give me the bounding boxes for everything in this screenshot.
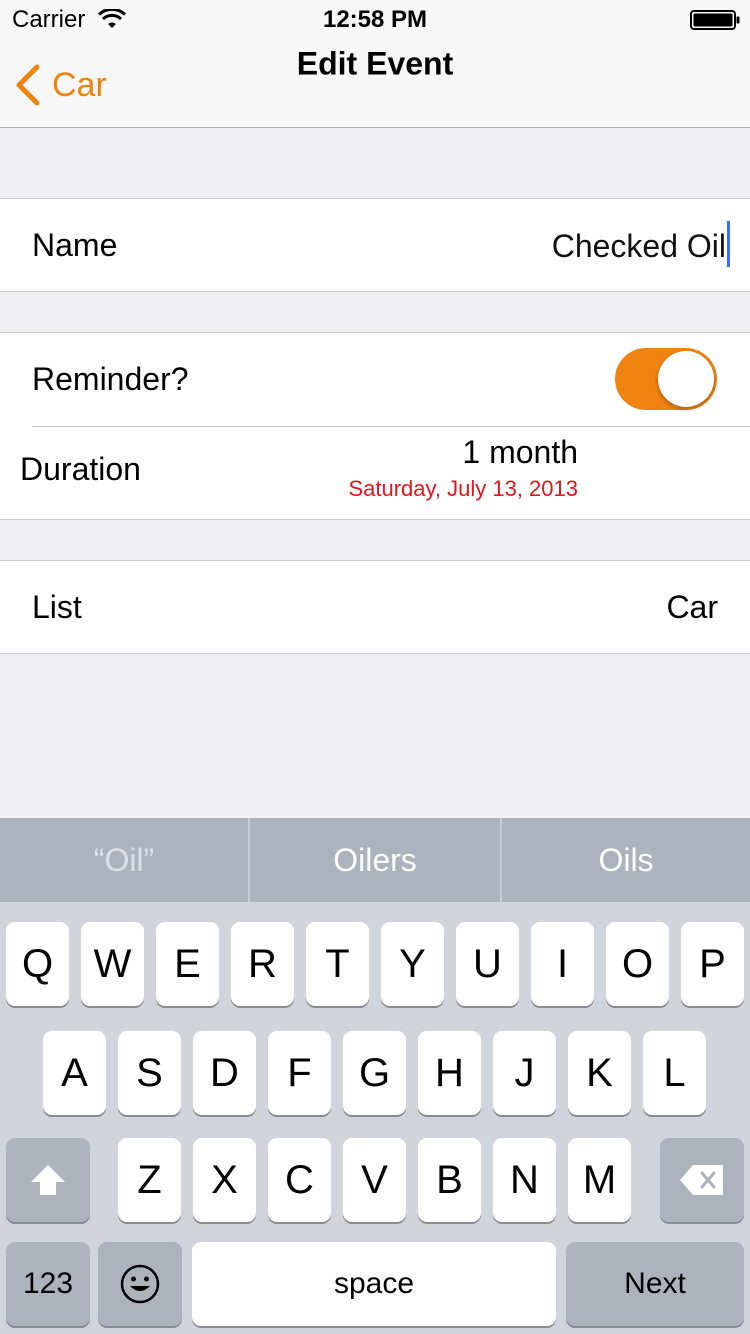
shift-key[interactable] (6, 1138, 90, 1222)
key[interactable]: R (231, 922, 294, 1006)
suggestion-item[interactable]: Oils (502, 818, 750, 902)
reminder-section: Reminder? Duration 1 month Saturday, Jul… (0, 332, 750, 520)
name-cell[interactable]: Name Checked Oil (0, 198, 750, 292)
key[interactable]: Z (118, 1138, 181, 1222)
space-key[interactable]: space (192, 1242, 556, 1326)
key[interactable]: E (156, 922, 219, 1006)
delete-key[interactable] (660, 1138, 744, 1222)
key[interactable]: P (681, 922, 744, 1006)
key[interactable]: J (493, 1031, 556, 1115)
duration-value: 1 month (462, 434, 578, 470)
name-label: Name (32, 227, 118, 263)
smiley-icon (120, 1264, 160, 1304)
numbers-key[interactable]: 123 (6, 1242, 90, 1326)
backspace-icon (680, 1165, 723, 1195)
key[interactable]: C (268, 1138, 331, 1222)
next-key[interactable]: Next (566, 1242, 744, 1326)
name-input-value: Checked Oil (551, 228, 726, 264)
page-title: Edit Event (296, 45, 454, 82)
key[interactable]: I (531, 922, 594, 1006)
key[interactable]: L (643, 1031, 706, 1115)
shift-arrow-icon (31, 1165, 65, 1195)
key[interactable]: K (568, 1031, 631, 1115)
key[interactable]: W (81, 922, 144, 1006)
key[interactable]: T (306, 922, 369, 1006)
key[interactable]: O (606, 922, 669, 1006)
key[interactable]: V (343, 1138, 406, 1222)
key[interactable]: N (493, 1138, 556, 1222)
list-label: List (32, 589, 82, 625)
key[interactable]: F (268, 1031, 331, 1115)
status-bar: Carrier 12:58 PM (0, 0, 750, 40)
key[interactable]: A (43, 1031, 106, 1115)
emoji-key[interactable] (98, 1242, 182, 1326)
text-caret (727, 221, 730, 267)
battery-icon (690, 10, 740, 30)
key[interactable]: H (418, 1031, 481, 1115)
suggestion-item[interactable]: Oilers (250, 818, 500, 902)
reminder-label: Reminder? (32, 361, 189, 397)
duration-date: Saturday, July 13, 2013 (348, 476, 578, 501)
key[interactable]: S (118, 1031, 181, 1115)
toggle-knob (658, 351, 714, 407)
suggestion-item[interactable]: “Oil” (0, 818, 248, 902)
key[interactable]: D (193, 1031, 256, 1115)
status-time: 12:58 PM (322, 6, 428, 33)
key[interactable]: U (456, 922, 519, 1006)
reminder-toggle[interactable] (615, 348, 717, 410)
key[interactable]: Y (381, 922, 444, 1006)
suggestion-bar: “Oil” Oilers Oils (0, 818, 750, 902)
key[interactable]: M (568, 1138, 631, 1222)
duration-label: Duration (20, 451, 141, 487)
key[interactable]: B (418, 1138, 481, 1222)
key[interactable]: Q (6, 922, 69, 1006)
name-input[interactable]: Checked Oil (552, 221, 730, 267)
key[interactable]: X (193, 1138, 256, 1222)
list-cell[interactable]: List Car (0, 560, 750, 654)
list-value: Car (666, 589, 718, 625)
key[interactable]: G (343, 1031, 406, 1115)
keyboard: Q W E R T Y U I O P A S D F G H J K L Z … (0, 902, 750, 1334)
